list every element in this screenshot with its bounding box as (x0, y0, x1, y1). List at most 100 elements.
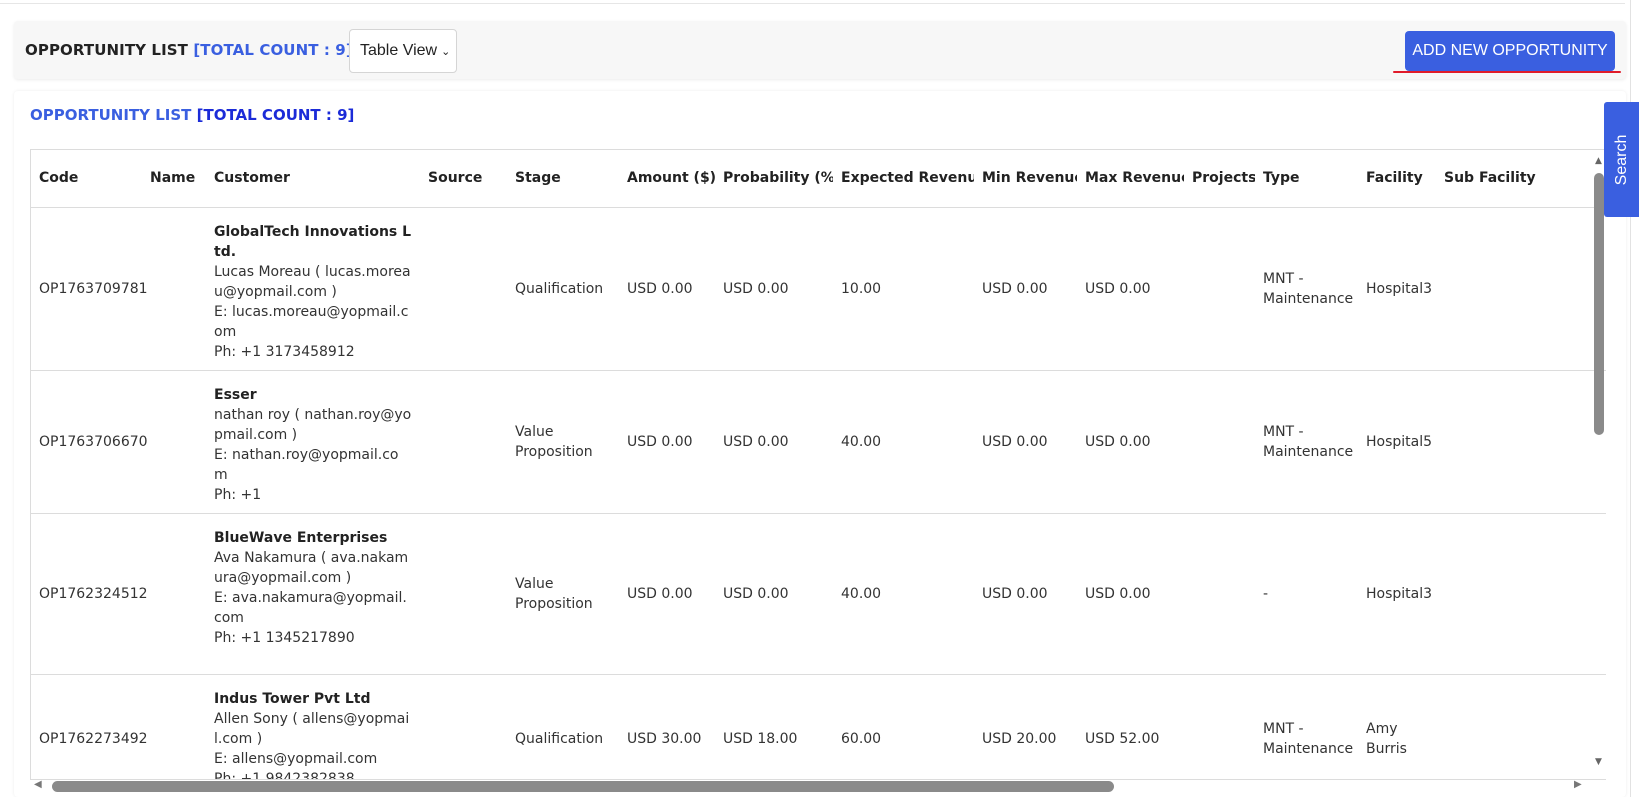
vertical-scroll-thumb[interactable] (1594, 173, 1604, 435)
type-cell: MNT - Maintenance (1255, 674, 1358, 779)
max-cell: USD 0.00 (1077, 513, 1184, 675)
scroll-down-arrow-icon[interactable]: ▼ (1595, 757, 1602, 767)
customer-company: Indus Tower Pvt Ltd (214, 690, 371, 707)
probability-cell: USD 18.00 (715, 674, 833, 779)
column-header[interactable]: Expected Revenue (833, 150, 974, 208)
scroll-left-arrow-icon[interactable]: ◀ (34, 779, 42, 790)
name-cell (142, 370, 206, 514)
customer-cell: Indus Tower Pvt Ltd Allen Sony ( allens@y… (206, 674, 420, 780)
code-cell: OP1763706670 (31, 370, 148, 514)
customer-contact: nathan roy ( nathan.roy@yopmail.com ) (214, 406, 412, 443)
projects-cell (1184, 207, 1255, 371)
type-cell: - (1255, 513, 1358, 675)
opportunity-table: Code Name Customer Source Stage Amount ($) Pro… (31, 150, 1606, 780)
column-header[interactable]: Name (142, 150, 206, 208)
customer-email: E: nathan.roy@yopmail.com (214, 446, 399, 483)
customer-cell: GlobalTech Innovations Ltd. Lucas Moreau … (206, 207, 420, 371)
code-cell: OP1762273492 (31, 674, 148, 779)
column-header[interactable]: Customer (206, 150, 420, 208)
code-cell: OP1763709781 (31, 207, 148, 371)
expected-cell: 10.00 (833, 207, 974, 371)
column-header[interactable]: Stage (507, 150, 619, 208)
probability-cell: USD 0.00 (715, 370, 833, 514)
search-tab-label: Search (1612, 134, 1630, 185)
probability-cell: USD 0.00 (715, 513, 833, 675)
opportunity-table-container[interactable]: Code Name Customer Source Stage Amount ($) Pro… (30, 149, 1606, 780)
panel-title: OPPORTUNITY LIST [TOTAL COUNT : 9] (30, 106, 354, 124)
min-cell: USD 0.00 (974, 513, 1077, 675)
table-row[interactable]: OP1762273492 Indus Tower Pvt Ltd Allen Son… (31, 674, 1606, 780)
view-select-value: Table View (360, 42, 438, 59)
projects-cell (1184, 674, 1255, 779)
customer-company: GlobalTech Innovations Ltd. (214, 223, 412, 260)
scroll-up-arrow-icon[interactable]: ▲ (1595, 156, 1602, 166)
max-cell: USD 52.00 (1077, 674, 1184, 779)
horizontal-scroll-thumb[interactable] (52, 781, 1114, 792)
sub-facility-cell (1436, 674, 1606, 779)
header-title: OPPORTUNITY LIST [TOTAL COUNT : 9] (25, 41, 353, 59)
amount-cell: USD 0.00 (619, 207, 715, 371)
amount-cell: USD 30.00 (619, 674, 715, 779)
min-cell: USD 0.00 (974, 370, 1077, 514)
customer-email: E: lucas.moreau@yopmail.com (214, 303, 409, 340)
max-cell: USD 0.00 (1077, 207, 1184, 371)
sub-facility-cell (1436, 513, 1606, 675)
projects-cell (1184, 370, 1255, 514)
column-header[interactable]: Amount ($) (619, 150, 715, 208)
customer-phone: Ph: +1 9842382838 (214, 770, 355, 780)
amount-cell: USD 0.00 (619, 370, 715, 514)
column-header[interactable]: Projects (1184, 150, 1255, 208)
type-cell: MNT - Maintenance (1255, 207, 1358, 371)
probability-cell: USD 0.00 (715, 207, 833, 371)
max-cell: USD 0.00 (1077, 370, 1184, 514)
customer-cell: BlueWave Enterprises Ava Nakamura ( ava.n… (206, 513, 420, 675)
stage-cell: Value Proposition (507, 513, 619, 675)
expected-cell: 40.00 (833, 513, 974, 675)
expected-cell: 60.00 (833, 674, 974, 779)
facility-cell: Hospital3 (1358, 207, 1436, 371)
column-header[interactable]: Probability (%) (715, 150, 833, 208)
customer-contact: Ava Nakamura ( ava.nakamura@yopmail.com … (214, 549, 409, 586)
column-header[interactable]: Max Revenue (1077, 150, 1184, 208)
customer-email: E: ava.nakamura@yopmail.com (214, 589, 407, 626)
header-bar: OPPORTUNITY LIST [TOTAL COUNT : 9] Table… (14, 21, 1626, 79)
source-cell (420, 370, 507, 514)
customer-phone: Ph: +1 1345217890 (214, 629, 355, 646)
search-side-tab[interactable]: Search (1604, 102, 1639, 217)
name-cell (142, 513, 206, 675)
facility-cell: Hospital5 (1358, 370, 1436, 514)
min-cell: USD 0.00 (974, 207, 1077, 371)
source-cell (420, 513, 507, 675)
column-header[interactable]: Source (420, 150, 507, 208)
sub-facility-cell (1436, 370, 1606, 514)
source-cell (420, 207, 507, 371)
opportunity-panel: OPPORTUNITY LIST [TOTAL COUNT : 9] Code N… (14, 91, 1626, 797)
column-header[interactable]: Facility (1358, 150, 1436, 208)
table-header-row: Code Name Customer Source Stage Amount ($) Pro… (31, 150, 1606, 208)
customer-email: E: allens@yopmail.com (214, 750, 378, 767)
column-header[interactable]: Min Revenue (974, 150, 1077, 208)
view-select[interactable]: Table View ⌄ (349, 29, 457, 73)
facility-cell: Amy Burris (1358, 674, 1436, 779)
table-row[interactable]: OP1763709781 GlobalTech Innovations Ltd. L… (31, 207, 1606, 371)
column-header[interactable]: Sub Facility (1436, 150, 1606, 208)
header-total-count: [TOTAL COUNT : 9] (193, 41, 353, 59)
table-row[interactable]: OP1763706670 Esser nathan roy ( nathan.roy… (31, 370, 1606, 514)
name-cell (142, 207, 206, 371)
table-row[interactable]: OP1762324512 BlueWave Enterprises Ava Naka… (31, 513, 1606, 675)
facility-cell: Hospital3 (1358, 513, 1436, 675)
customer-phone: Ph: +1 3173458912 (214, 343, 355, 360)
amount-cell: USD 0.00 (619, 513, 715, 675)
stage-cell: Value Proposition (507, 370, 619, 514)
header-title-text: OPPORTUNITY LIST (25, 41, 189, 59)
customer-cell: Esser nathan roy ( nathan.roy@yopmail.com… (206, 370, 420, 514)
top-strip (0, 0, 1625, 4)
stage-cell: Qualification (507, 674, 619, 779)
customer-contact: Allen Sony ( allens@yopmail.com ) (214, 710, 410, 747)
column-header[interactable]: Type (1255, 150, 1358, 208)
column-header[interactable]: Code (31, 150, 142, 208)
panel-total-count: [TOTAL COUNT : 9] (196, 106, 355, 124)
customer-phone: Ph: +1 (214, 486, 262, 503)
add-new-opportunity-button[interactable]: ADD NEW OPPORTUNITY (1405, 31, 1615, 71)
scroll-right-arrow-icon[interactable]: ▶ (1574, 779, 1582, 790)
